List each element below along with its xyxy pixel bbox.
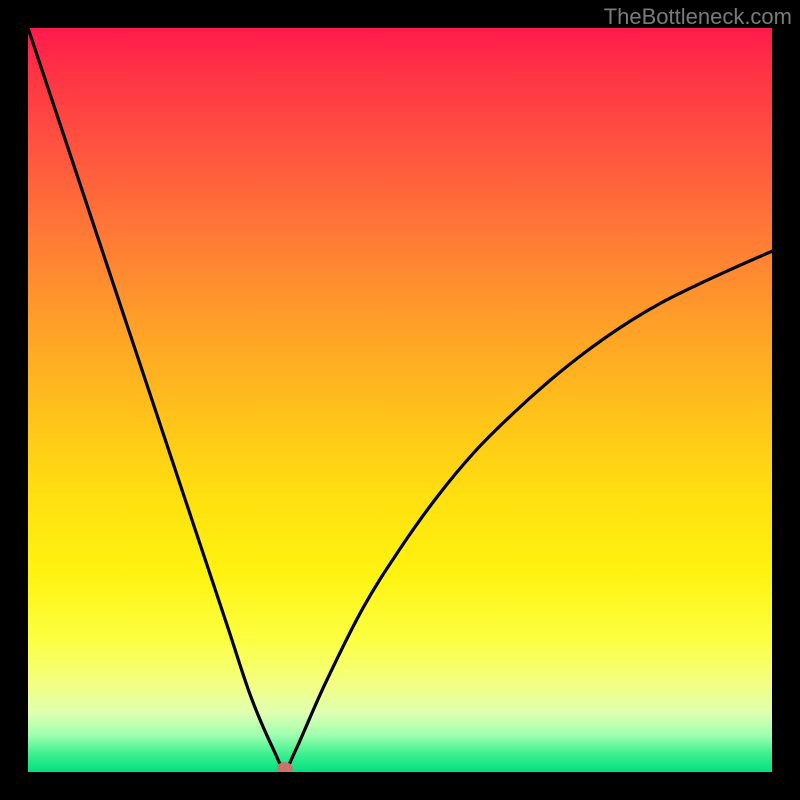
plot-area [28,28,772,772]
chart-svg [28,28,772,772]
bottleneck-curve [28,28,772,768]
chart-frame: TheBottleneck.com [0,0,800,800]
watermark-text: TheBottleneck.com [604,4,792,30]
